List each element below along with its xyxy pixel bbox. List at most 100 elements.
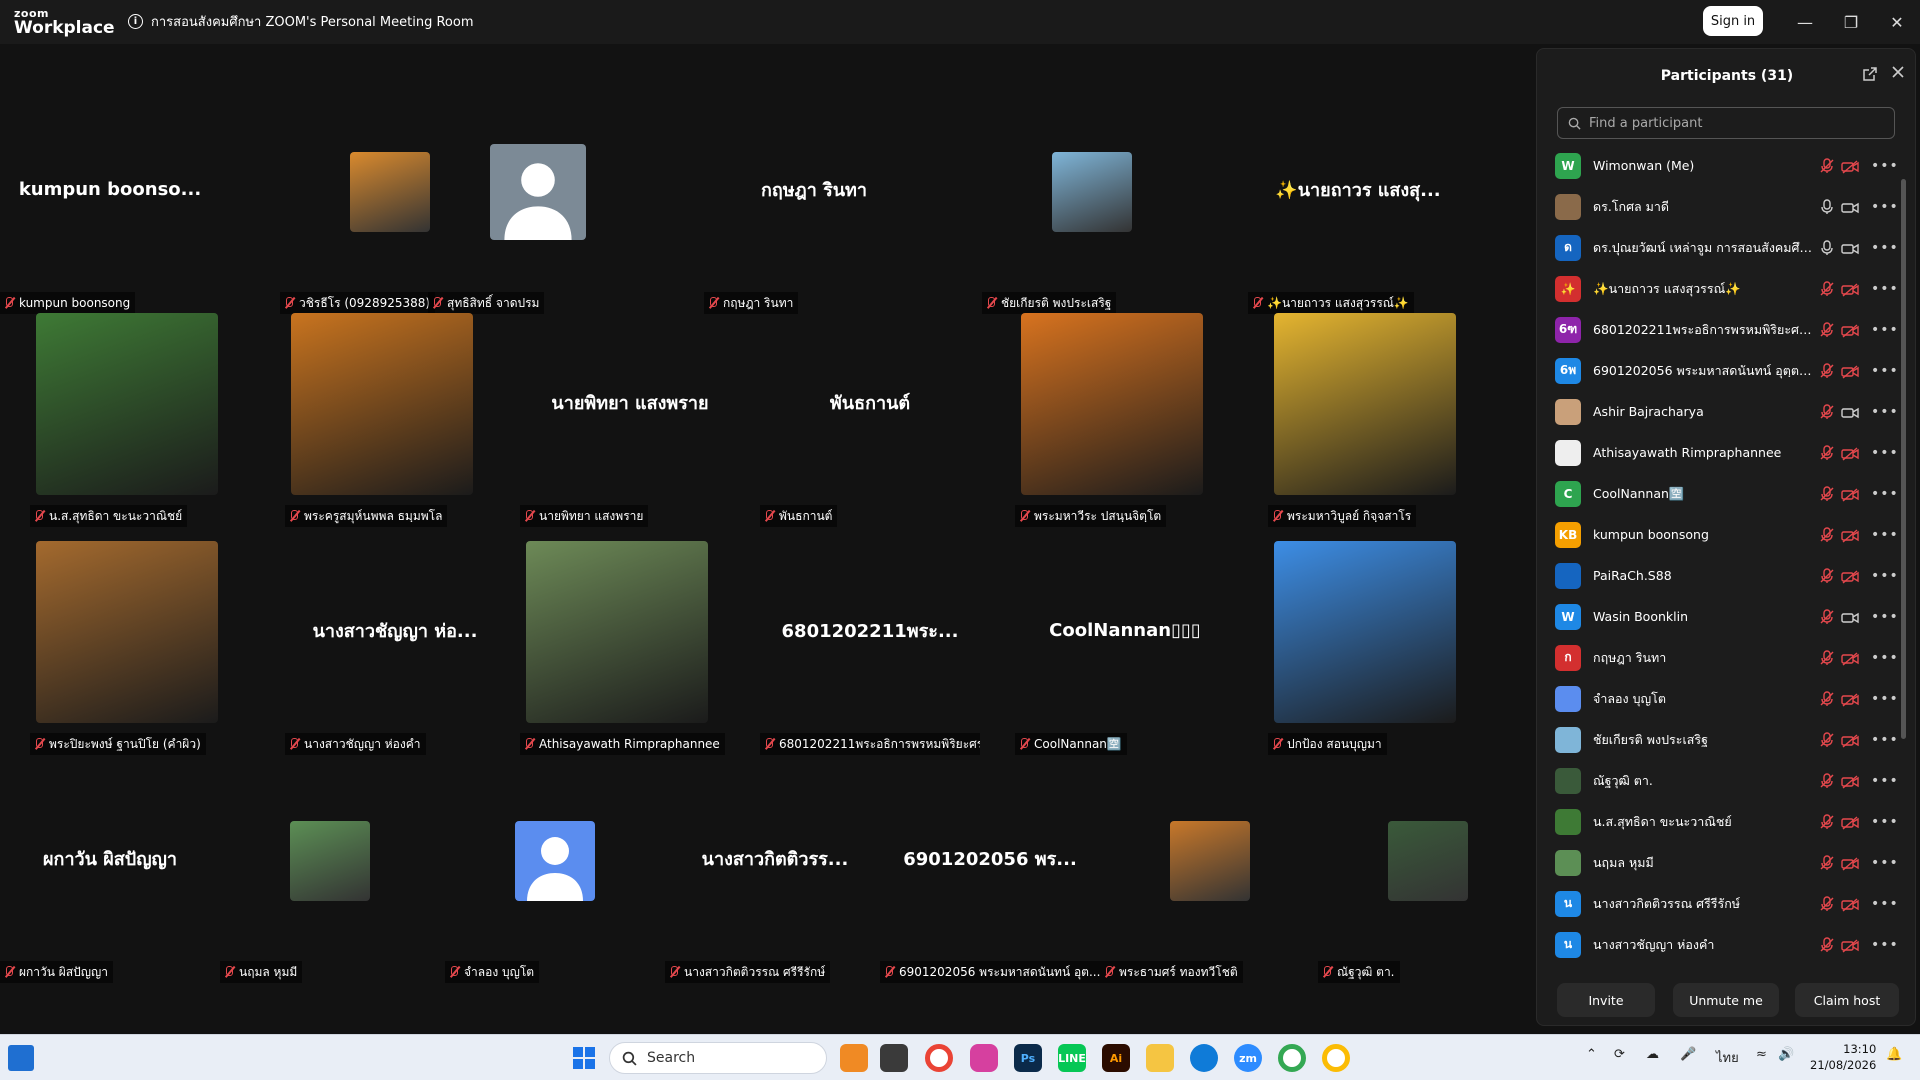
video-tile[interactable]: 6801202211พระ... 6801202211พระอธิการพรหมพ… xyxy=(760,535,980,755)
camera-off-icon[interactable] xyxy=(1841,569,1859,584)
camera-off-icon[interactable] xyxy=(1841,733,1859,748)
chevron-up-icon[interactable]: ⌃ xyxy=(1586,1047,1597,1062)
video-tile[interactable]: นางสาวชัญญา ห่อ... นางสาวชัญญา ห่องคำ xyxy=(285,535,505,755)
video-tile[interactable]: ชัยเกียรติ พงประเสริฐ xyxy=(982,94,1202,314)
mic-muted-icon[interactable] xyxy=(1820,936,1834,953)
more-options-icon[interactable]: ••• xyxy=(1871,773,1899,789)
participant-row[interactable]: 6พ 6901202056 พระมหาสดนันทน์ อุตฺตมเมธี ••… xyxy=(1537,350,1907,391)
participant-row[interactable]: ดร.โกศล มาดี ••• xyxy=(1537,186,1907,227)
participant-row[interactable]: Athisayawath Rimpraphannee ••• xyxy=(1537,432,1907,473)
camera-off-icon[interactable] xyxy=(1841,446,1859,461)
restore-icon[interactable]: ❐ xyxy=(1836,8,1866,36)
instagram-icon[interactable] xyxy=(970,1044,998,1072)
video-tile[interactable]: พระมหาวีระ ปสนฺนจิตฺโต xyxy=(1015,307,1235,527)
camera-off-icon[interactable] xyxy=(1841,774,1859,789)
camera-off-icon[interactable] xyxy=(1841,487,1859,502)
camera-off-icon[interactable] xyxy=(1841,528,1859,543)
participant-row[interactable]: ✨ ✨นายถาวร แสงสุวรรณ์✨ ••• xyxy=(1537,268,1907,309)
more-options-icon[interactable]: ••• xyxy=(1871,486,1899,502)
video-tile[interactable]: Athisayawath Rimpraphannee xyxy=(520,535,740,755)
scrollbar[interactable] xyxy=(1901,179,1906,739)
popout-icon[interactable] xyxy=(1862,66,1880,84)
camera-off-icon[interactable] xyxy=(1841,815,1859,830)
language-indicator[interactable]: ไทย xyxy=(1716,1047,1739,1068)
video-tile[interactable]: นฤมล หุมมี xyxy=(220,763,440,983)
video-tile[interactable]: กฤษฎา รินทา กฤษฎา รินทา xyxy=(704,94,924,314)
video-tile[interactable]: ปกป้อง สอนบุญมา xyxy=(1268,535,1488,755)
more-options-icon[interactable]: ••• xyxy=(1871,937,1899,953)
participant-row[interactable]: ชัยเกียรติ พงประเสริฐ ••• xyxy=(1537,719,1907,760)
more-options-icon[interactable]: ••• xyxy=(1871,445,1899,461)
more-options-icon[interactable]: ••• xyxy=(1871,527,1899,543)
camera-icon[interactable] xyxy=(1841,241,1859,255)
camera-off-icon[interactable] xyxy=(1841,897,1859,912)
close-panel-icon[interactable] xyxy=(1890,64,1908,82)
video-tile[interactable]: พระมหาวิบูลย์ กิจฺจสาโร xyxy=(1268,307,1488,527)
mic-muted-icon[interactable] xyxy=(1820,321,1834,338)
invite-button[interactable]: Invite xyxy=(1557,983,1655,1017)
clock[interactable]: 13:10 21/08/2026 xyxy=(1810,1041,1876,1073)
camera-icon[interactable] xyxy=(1841,610,1859,624)
video-tile[interactable]: พันธกานต์ พันธกานต์ xyxy=(760,307,980,527)
illustrator-icon[interactable]: Ai xyxy=(1102,1044,1130,1072)
participant-row[interactable]: จำลอง บุญโต ••• xyxy=(1537,678,1907,719)
camera-off-icon[interactable] xyxy=(1841,856,1859,871)
sync-icon[interactable]: ⟳ xyxy=(1614,1047,1625,1062)
video-tile[interactable]: พระปิยะพงษ์ ฐานปิโย (คำผิว) xyxy=(30,535,250,755)
sign-in-button[interactable]: Sign in xyxy=(1703,6,1763,36)
video-tile[interactable]: 6901202056 พร... 6901202056 พระมหาสดนันทน… xyxy=(880,763,1100,983)
participant-row[interactable]: W Wimonwan (Me) ••• xyxy=(1537,145,1907,186)
chrome-profile-icon[interactable] xyxy=(1278,1044,1306,1072)
task-view-icon[interactable] xyxy=(880,1044,908,1072)
more-options-icon[interactable]: ••• xyxy=(1871,814,1899,830)
mic-muted-icon[interactable] xyxy=(1820,567,1834,584)
video-tile[interactable]: ✨นายถาวร แสงสุ... ✨นายถาวร แสงสุวรรณ์✨ xyxy=(1248,94,1468,314)
more-options-icon[interactable]: ••• xyxy=(1871,855,1899,871)
video-tile[interactable]: สุทธิสิทธิ์ จาดปรม xyxy=(428,94,648,314)
participant-row[interactable]: 6ฑ 6801202211พระอธิการพรหมพิริยะศร สุ... •… xyxy=(1537,309,1907,350)
more-options-icon[interactable]: ••• xyxy=(1871,281,1899,297)
video-tile[interactable]: kumpun boonso... kumpun boonsong xyxy=(0,94,220,314)
participant-row[interactable]: น นางสาวกิตติวรรณ ศรีรีรักษ์ ••• xyxy=(1537,883,1907,924)
start-icon[interactable] xyxy=(570,1044,598,1072)
camera-off-icon[interactable] xyxy=(1841,282,1859,297)
camera-off-icon[interactable] xyxy=(1841,692,1859,707)
video-tile[interactable]: พระครูสมุห์นพพล ธมฺมพโล xyxy=(285,307,505,527)
more-options-icon[interactable]: ••• xyxy=(1871,404,1899,420)
info-icon[interactable]: i xyxy=(128,14,143,29)
claim-host-button[interactable]: Claim host xyxy=(1795,983,1899,1017)
video-tile[interactable]: ณัฐวุฒิ ตา. xyxy=(1318,763,1538,983)
wifi-icon[interactable]: ≈ xyxy=(1756,1047,1767,1062)
unmute-me-button[interactable]: Unmute me xyxy=(1673,983,1779,1017)
more-options-icon[interactable]: ••• xyxy=(1871,609,1899,625)
minimize-icon[interactable]: — xyxy=(1790,8,1820,36)
widgets-icon[interactable] xyxy=(8,1045,34,1071)
more-options-icon[interactable]: ••• xyxy=(1871,568,1899,584)
participant-row[interactable]: C CoolNannan🈳 ••• xyxy=(1537,473,1907,514)
video-tile[interactable]: จำลอง บุญโต xyxy=(445,763,665,983)
mic-muted-icon[interactable] xyxy=(1820,649,1834,666)
video-tile[interactable]: ผกาวัน ผิสปัญญา ผกาวัน ผิสปัญญา xyxy=(0,763,220,983)
mic-muted-icon[interactable] xyxy=(1820,362,1834,379)
mic-muted-icon[interactable] xyxy=(1820,485,1834,502)
participant-row[interactable]: น นางสาวชัญญา ห่องคำ ••• xyxy=(1537,924,1907,965)
mic-icon[interactable] xyxy=(1820,239,1834,256)
microphone-icon[interactable]: 🎤 xyxy=(1680,1047,1696,1062)
camera-off-icon[interactable] xyxy=(1841,323,1859,338)
more-options-icon[interactable]: ••• xyxy=(1871,650,1899,666)
taskbar-search-input[interactable]: Search xyxy=(609,1042,827,1074)
more-options-icon[interactable]: ••• xyxy=(1871,199,1899,215)
more-options-icon[interactable]: ••• xyxy=(1871,896,1899,912)
copilot-icon[interactable] xyxy=(840,1044,868,1072)
mic-muted-icon[interactable] xyxy=(1820,731,1834,748)
camera-off-icon[interactable] xyxy=(1841,159,1859,174)
mic-muted-icon[interactable] xyxy=(1820,895,1834,912)
volume-icon[interactable]: 🔊 xyxy=(1778,1047,1794,1062)
close-window-icon[interactable]: ✕ xyxy=(1882,8,1912,36)
photoshop-icon[interactable]: Ps xyxy=(1014,1044,1042,1072)
mic-muted-icon[interactable] xyxy=(1820,772,1834,789)
more-options-icon[interactable]: ••• xyxy=(1871,363,1899,379)
camera-off-icon[interactable] xyxy=(1841,364,1859,379)
chrome-profile2-icon[interactable] xyxy=(1322,1044,1350,1072)
mic-muted-icon[interactable] xyxy=(1820,854,1834,871)
